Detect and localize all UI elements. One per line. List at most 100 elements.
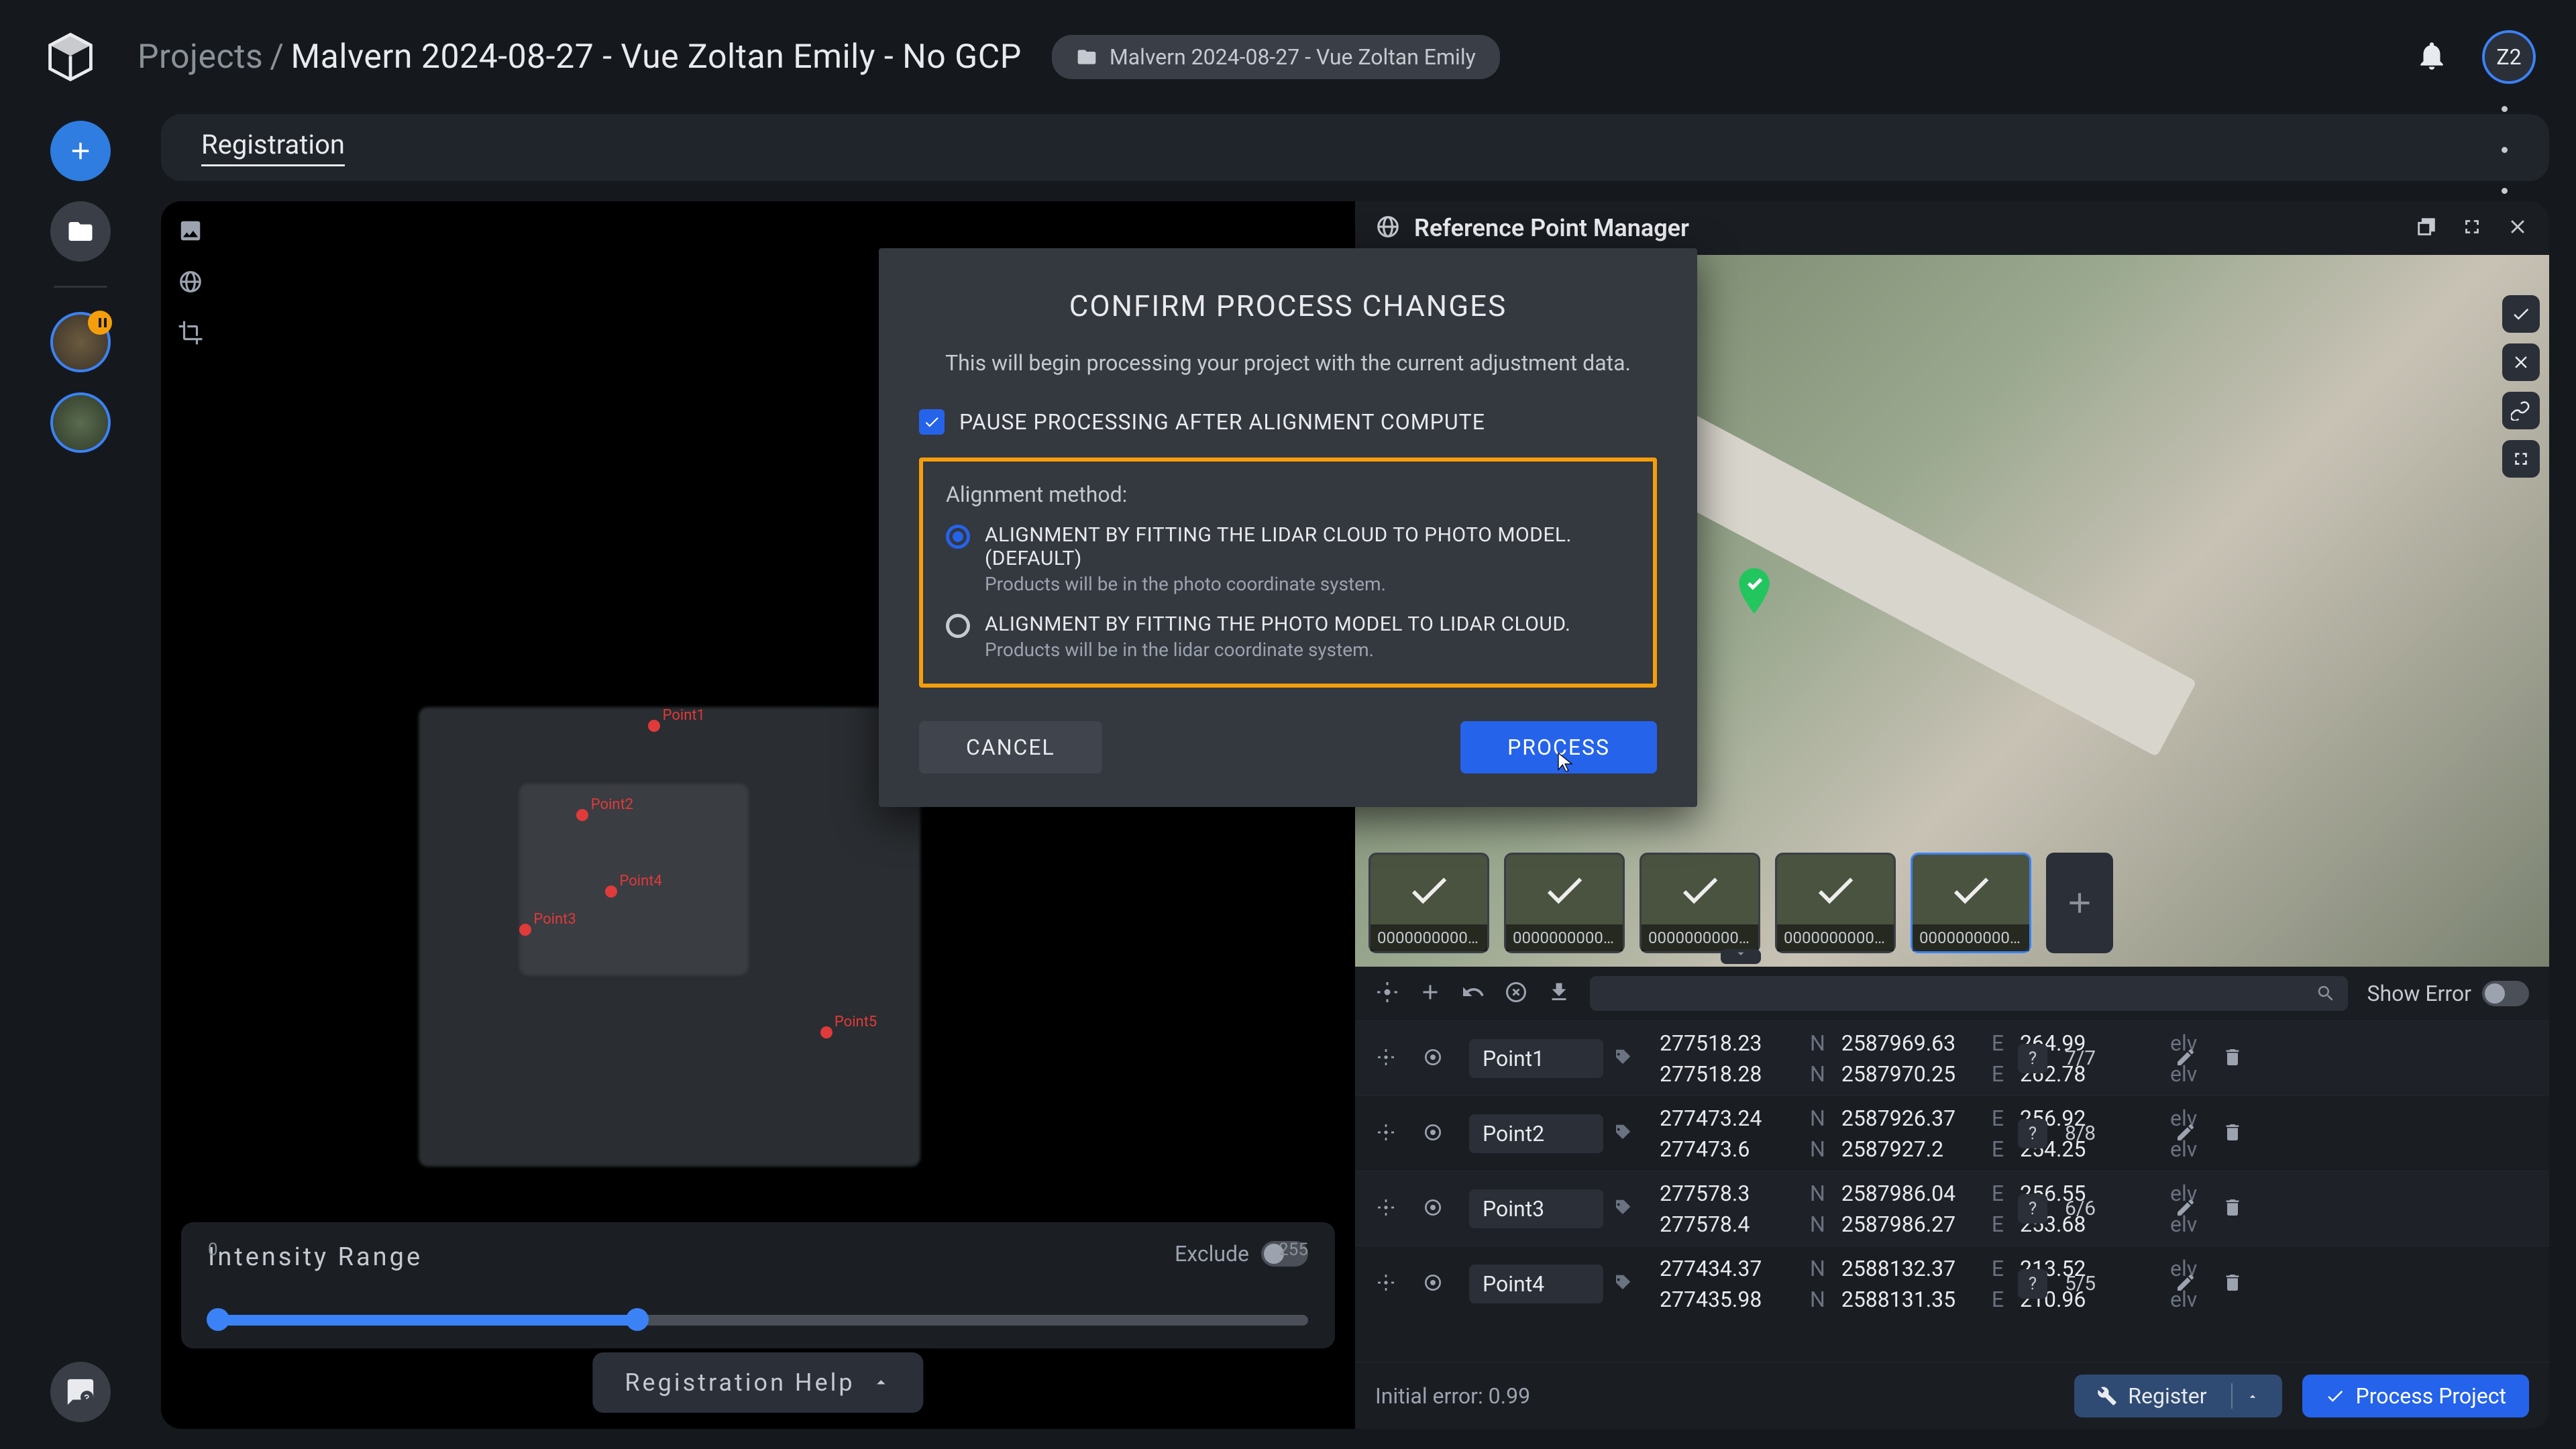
process-project-button[interactable]: Process Project [2302,1375,2529,1417]
point-count: 5/5 [2065,1272,2165,1295]
notifications-icon[interactable] [2415,39,2449,75]
locate-point-icon[interactable] [1375,1122,1413,1146]
reject-icon[interactable] [2502,343,2540,381]
delete-icon[interactable] [2222,1272,2302,1296]
breadcrumb-projects-link[interactable]: Projects [138,38,263,76]
alignment-option2-sub: Products will be in the lidar coordinate… [985,639,1570,661]
thumbnail-expand-icon[interactable] [1721,949,1761,964]
target-icon[interactable] [1422,1197,1460,1221]
point-search-input[interactable] [1590,976,2348,1011]
project-thumb-1[interactable] [50,312,111,372]
pause-badge-icon [88,311,112,335]
edit-icon[interactable] [2175,1122,2212,1146]
edit-icon[interactable] [2175,1197,2212,1221]
modal-cancel-button[interactable]: CANCEL [919,721,1102,773]
chat-button[interactable] [50,1362,111,1422]
cursor-icon [1555,751,1575,777]
thumbnail-strip: 0000000000… 0000000000… 0000000000… 0000… [1368,853,2113,953]
locate-icon[interactable] [1375,980,1399,1007]
rpm-title: Reference Point Manager [1414,214,1689,242]
point-count: 6/6 [2065,1197,2165,1220]
folder-chip[interactable]: Malvern 2024-08-27 - Vue Zoltan Emily [1052,35,1500,79]
point-help-icon[interactable]: ? [2018,1194,2047,1224]
link-icon[interactable] [2502,392,2540,429]
point-row[interactable]: Point1 277518.23N2587969.63E264.99elv 27… [1355,1020,2549,1095]
crop-icon[interactable] [174,317,207,349]
clear-icon[interactable] [1504,980,1528,1007]
map-marker-icon [1737,568,1771,615]
tag-icon[interactable] [1613,1047,1650,1070]
alignment-method-group: Alignment method: ALIGNMENT BY FITTING T… [919,458,1657,688]
add-point-icon[interactable] [1418,980,1442,1007]
point-name: Point3 [1469,1189,1603,1228]
confirm-process-modal: CONFIRM PROCESS CHANGES This will begin … [879,248,1697,807]
undo-icon[interactable] [1461,980,1485,1007]
thumbnail[interactable]: 0000000000… [1775,853,1896,953]
point-row[interactable]: Point3 277578.3N2587986.04E256.55elv 277… [1355,1171,2549,1246]
thumbnail[interactable]: 0000000000… [1504,853,1625,953]
register-button[interactable]: Register [2074,1375,2282,1417]
delete-icon[interactable] [2222,1046,2302,1071]
alignment-method-header: Alignment method: [946,482,1630,507]
show-error-label: Show Error [2367,981,2471,1006]
download-icon[interactable] [1547,980,1571,1007]
add-button[interactable] [50,121,111,181]
screenshot-icon[interactable] [174,215,207,247]
locate-point-icon[interactable] [1375,1046,1413,1071]
tab-registration[interactable]: Registration [201,129,345,166]
delete-icon[interactable] [2222,1197,2302,1221]
point-name: Point1 [1469,1039,1603,1078]
breadcrumb-current: Malvern 2024-08-27 - Vue Zoltan Emily - … [290,38,1021,76]
point-help-icon[interactable]: ? [2018,1119,2047,1148]
tag-icon[interactable] [1613,1273,1650,1295]
edit-icon[interactable] [2175,1272,2212,1296]
show-error-toggle[interactable] [2482,981,2529,1006]
point-help-icon[interactable]: ? [2018,1044,2047,1073]
tag-icon[interactable] [1613,1122,1650,1145]
thumbnail[interactable]: 0000000000… [1640,853,1760,953]
alignment-photo-to-lidar-radio[interactable] [946,614,970,638]
target-icon[interactable] [1422,1272,1460,1296]
thumbnail[interactable]: 0000000000… [1368,853,1489,953]
target-icon[interactable] [1422,1046,1460,1071]
edit-icon[interactable] [2175,1046,2212,1071]
alignment-option1-sub: Products will be in the photo coordinate… [985,573,1630,595]
modal-description: This will begin processing your project … [919,350,1657,376]
locate-point-icon[interactable] [1375,1197,1413,1221]
alignment-lidar-to-photo-radio[interactable] [946,525,970,549]
alignment-option2-title: ALIGNMENT BY FITTING THE PHOTO MODEL TO … [985,612,1570,636]
tag-icon[interactable] [1613,1197,1650,1220]
alignment-option1-title: ALIGNMENT BY FITTING THE LIDAR CLOUD TO … [985,523,1630,570]
point-count: 7/7 [2065,1046,2165,1070]
pause-processing-label: PAUSE PROCESSING AFTER ALIGNMENT COMPUTE [959,409,1485,435]
confirm-icon[interactable] [2502,295,2540,333]
pause-processing-checkbox[interactable] [919,409,945,435]
user-avatar[interactable]: Z2 [2482,30,2536,84]
registration-help-button[interactable]: Registration Help [592,1352,923,1413]
add-thumbnail-button[interactable] [2046,853,2113,953]
modal-title: CONFIRM PROCESS CHANGES [919,288,1657,323]
point-name: Point4 [1469,1265,1603,1303]
target-icon[interactable] [1422,1122,1460,1146]
globe-icon[interactable] [174,266,207,298]
globe-icon [1375,214,1414,242]
modal-process-button[interactable]: PROCESS [1460,721,1657,773]
expand-icon[interactable] [2461,215,2483,241]
delete-icon[interactable] [2222,1122,2302,1146]
point-help-icon[interactable]: ? [2018,1269,2047,1299]
intensity-range-slider[interactable] [208,1315,1308,1326]
fullscreen-icon[interactable] [2502,440,2540,478]
projects-folder-button[interactable] [50,201,111,262]
point-row[interactable]: Point4 277434.37N2588132.37E213.52elv 27… [1355,1246,2549,1321]
point-row[interactable]: Point2 277473.24N2587926.37E256.92elv 27… [1355,1095,2549,1171]
more-menu-icon[interactable] [2500,87,2509,209]
locate-point-icon[interactable] [1375,1272,1413,1296]
close-icon[interactable] [2506,215,2529,241]
window-restore-icon[interactable] [2415,215,2438,241]
rail-divider [54,286,107,288]
points-table: Point1 277518.23N2587969.63E264.99elv 27… [1355,1020,2549,1362]
project-thumb-2[interactable] [50,392,111,453]
point-count: 8/8 [2065,1122,2165,1145]
point-name: Point2 [1469,1114,1603,1153]
thumbnail-selected[interactable]: 0000000000… [1911,853,2031,953]
